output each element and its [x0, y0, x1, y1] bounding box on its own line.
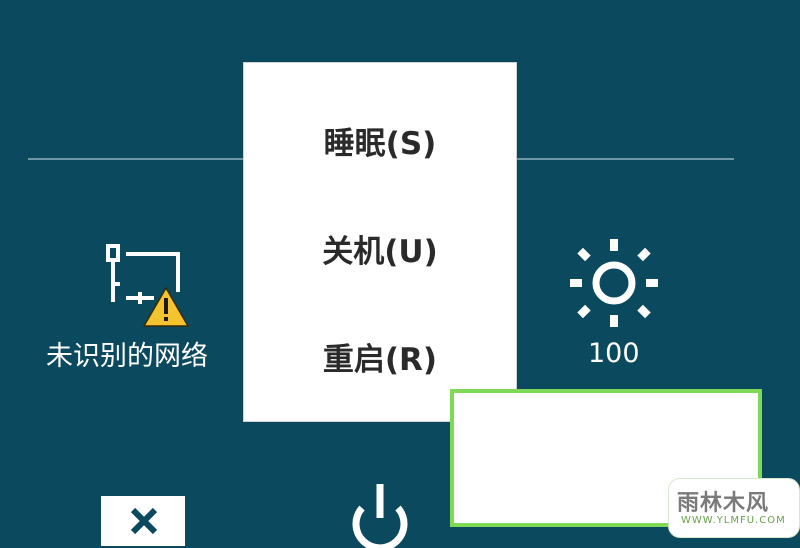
network-label: 未识别的网络: [46, 341, 208, 372]
power-options-menu: 睡眠(S) 关机(U) 重启(R): [243, 62, 517, 422]
watermark-text: 雨林木风: [677, 491, 770, 516]
brightness-sun-icon: [570, 239, 658, 327]
menu-item-shutdown[interactable]: 关机(U): [244, 226, 516, 271]
watermark-logo: 雨林木风 WWW.YLMFU.COM: [668, 478, 800, 538]
close-icon: [130, 507, 158, 535]
menu-item-sleep[interactable]: 睡眠(S): [244, 118, 516, 163]
network-warning-icon: [106, 244, 190, 327]
watermark-url: WWW.YLMFU.COM: [681, 515, 786, 526]
menu-item-restart[interactable]: 重启(R): [244, 334, 516, 379]
brightness-value: 100: [588, 338, 640, 369]
power-icon[interactable]: [340, 478, 420, 548]
